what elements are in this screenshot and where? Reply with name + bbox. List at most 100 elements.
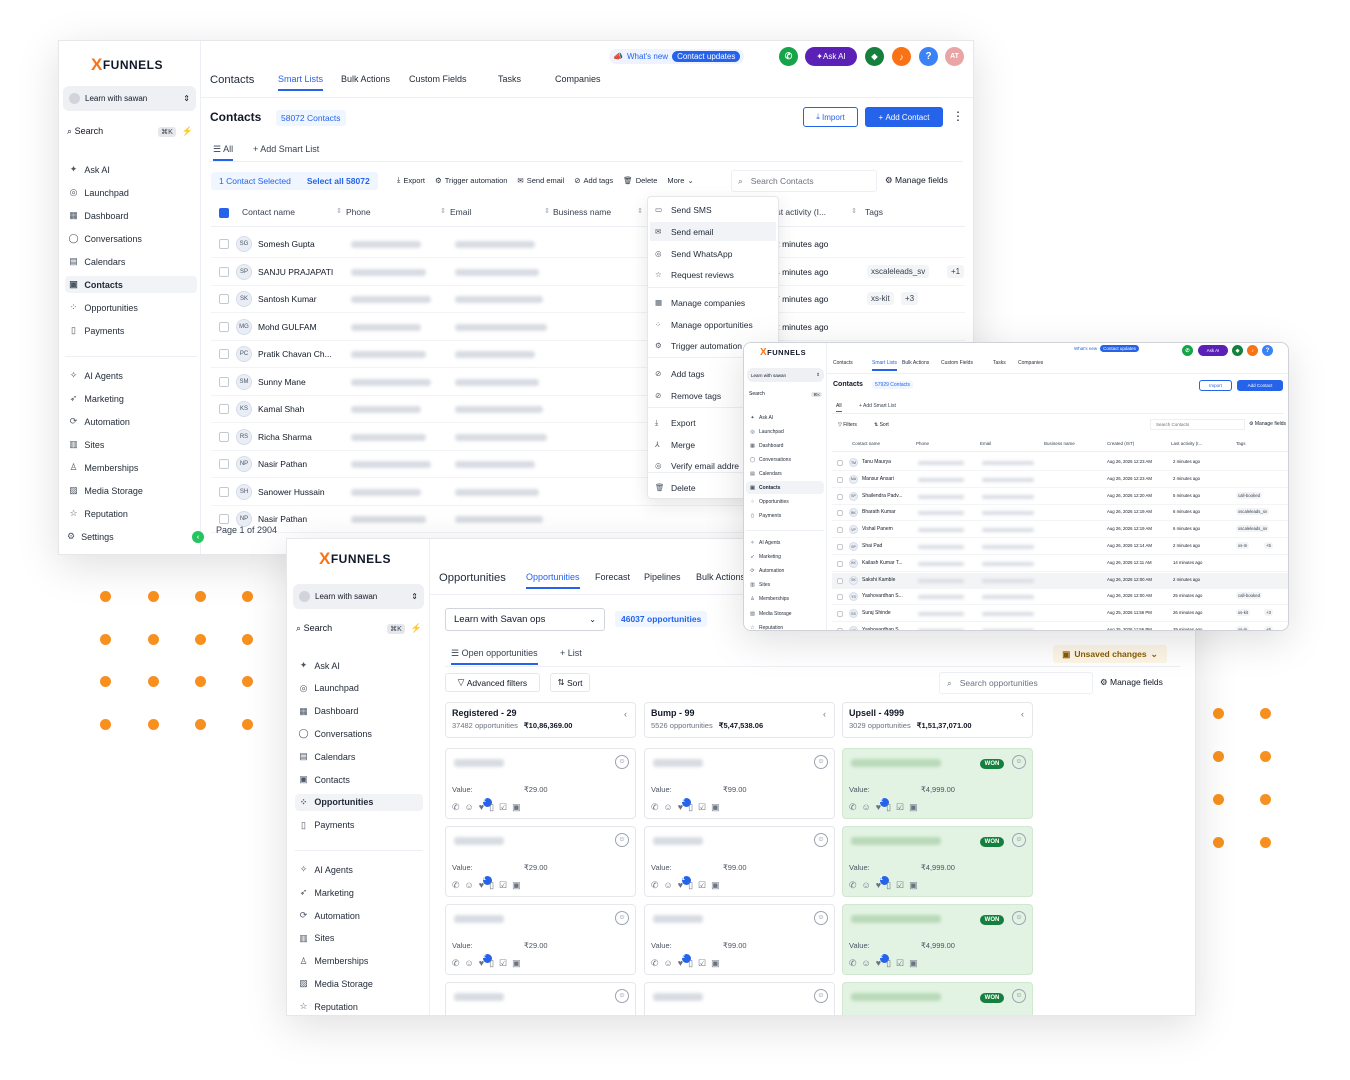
table-row[interactable]: TM Tanu Maurya Aug 26, 2026 12:23 AM 2 minu… (832, 455, 1288, 471)
table-row[interactable]: SG Somesh Gupta 2 minutes ago (211, 231, 965, 258)
filters-button[interactable]: ▽ Filters (838, 422, 857, 428)
task-icon[interactable]: ☑ (896, 880, 904, 891)
pipeline-select[interactable]: Learn with Savan ops ⌄ (445, 608, 605, 631)
opportunity-card[interactable]: ☺ Value: ₹99.00 ✆ ☺ ♥ 2 ▯ ☑ ▣ (644, 904, 835, 975)
chat-icon[interactable]: ☺ (862, 958, 871, 969)
note-icon[interactable]: ▯ (489, 802, 494, 813)
tag-chip[interactable]: xscaleleads_sv (1236, 525, 1270, 533)
phone-icon[interactable]: ✆ (651, 880, 659, 891)
chat-icon[interactable]: ☺ (664, 802, 673, 813)
table-row[interactable]: YS Yashovardhan S... Aug 26, 2026 12:00 AM… (832, 589, 1288, 606)
opportunity-card[interactable]: ☺ Value: ₹99.00 ✆ ☺ ♥ 1 ▯ ☑ ▣ (644, 826, 835, 897)
row-checkbox[interactable] (837, 628, 843, 630)
assign-user-icon[interactable]: ☺ (615, 755, 629, 769)
opportunity-card[interactable]: ☺ Value: ₹29.00 ✆ ☺ ♥ 1 ▯ ☑ ▣ (445, 826, 636, 897)
task-icon[interactable]: ☑ (499, 880, 507, 891)
menu-item-send-email[interactable]: ✉ Send email (650, 222, 776, 241)
row-checkbox[interactable] (837, 611, 843, 618)
sidebar-search[interactable]: ⌕ Search ⌘K ⚡ (296, 623, 422, 634)
table-row[interactable]: BK Bharath Kumar Aug 26, 2026 12:19 AM 6 mi… (832, 505, 1288, 522)
whats-new-banner[interactable]: 📣 What's new Contact updates (609, 49, 745, 64)
assign-user-icon[interactable]: ☺ (1012, 989, 1026, 1003)
row-checkbox[interactable] (219, 239, 229, 249)
column-header[interactable]: Contact name ⇕ (242, 207, 342, 217)
tab-opportunities[interactable]: Opportunities (526, 572, 580, 589)
table-row[interactable]: KK Kailash Kumar T... Aug 26, 2026 12:11 A… (832, 556, 1288, 572)
tag-chip[interactable]: call-booked (1236, 592, 1262, 600)
phone-icon[interactable]: ✆ (849, 802, 857, 813)
collapse-chevron-icon[interactable]: ‹ (1021, 709, 1024, 719)
column-header[interactable]: Business name ⇕ (553, 207, 643, 217)
sidebar-item-opportunities[interactable]: ⁘ Opportunities (746, 495, 824, 508)
add-contact-button[interactable]: + Add Contact (865, 107, 943, 127)
contact-name[interactable]: Sakshi Kamble (862, 577, 907, 583)
menu-item-request-reviews[interactable]: ☆ Request reviews (650, 265, 776, 284)
sidebar-item-marketing[interactable]: ➶ Marketing (295, 884, 423, 901)
add-contact-button[interactable]: Add Contact (1237, 380, 1283, 391)
tag-more-chip[interactable]: +3 (1264, 609, 1273, 617)
phone-icon[interactable]: ✆ (452, 802, 460, 813)
note-icon[interactable]: ▯ (886, 802, 891, 813)
more-vertical-icon[interactable]: ⋮ (952, 109, 964, 123)
collapse-chevron-icon[interactable]: ‹ (823, 709, 826, 719)
chat-icon[interactable]: ☺ (862, 880, 871, 891)
sort-button[interactable]: ⇅ Sort (550, 673, 590, 692)
sidebar-item-launchpad[interactable]: ◎ Launchpad (65, 184, 197, 201)
tag-more-chip[interactable]: +5 (1264, 626, 1273, 630)
note-icon[interactable]: ▯ (886, 880, 891, 891)
contact-name[interactable]: Yashovardhan S... (862, 627, 907, 630)
row-checkbox[interactable] (219, 404, 229, 414)
phone-icon[interactable]: ✆ (651, 958, 659, 969)
row-checkbox[interactable] (837, 476, 843, 483)
workspace-switcher[interactable]: Learn with sawan ⇕ (747, 368, 824, 382)
column-header[interactable]: Created (IST) (1107, 441, 1134, 446)
opportunity-card[interactable]: WON ☺ Value: ₹4,999.00 ✆ ☺ ♥ 2 ▯ ☑ ▣ (842, 748, 1033, 819)
tab-custom-fields[interactable]: Custom Fields (941, 360, 973, 369)
tab-companies[interactable]: Companies (1018, 360, 1043, 369)
note-icon[interactable]: ▯ (688, 958, 693, 969)
sidebar-item-automation[interactable]: ⟳ Automation (295, 907, 423, 924)
assign-user-icon[interactable]: ☺ (814, 989, 828, 1003)
workspace-switcher[interactable]: Learn with sawan ⇕ (293, 584, 424, 609)
tag-chip[interactable]: xscaleleads_sv (867, 264, 930, 278)
contact-name[interactable]: Shai Pad (862, 543, 907, 549)
contact-name[interactable]: Pratik Chavan Ch... (258, 349, 332, 359)
tag-chip[interactable]: xs-kit (867, 292, 894, 305)
note-icon[interactable]: ▯ (688, 802, 693, 813)
row-checkbox[interactable] (837, 577, 843, 584)
sidebar-item-conversations[interactable]: ◯ Conversations (65, 230, 197, 247)
table-row[interactable]: SS Suraj Shinde Aug 25, 2026 11:56 PM 26 mi… (832, 606, 1288, 623)
contact-name[interactable]: Tanu Maurya (862, 459, 907, 465)
column-header[interactable]: Phone (916, 441, 929, 446)
sidebar-item-payments[interactable]: ▯ Payments (746, 509, 824, 522)
row-checkbox[interactable] (219, 294, 229, 304)
opportunity-card[interactable]: ☺ Value: ₹99.00 ✆ ☺ ♥ 2 ▯ ☑ ▣ (644, 748, 835, 819)
contact-name[interactable]: Nasir Pathan (258, 459, 307, 469)
table-row[interactable]: VP Vishal Panem Aug 26, 2026 12:19 AM 6 min… (832, 522, 1288, 539)
row-checkbox[interactable] (837, 527, 843, 534)
table-row[interactable]: SP Shai Pad Aug 26, 2026 12:14 AM 2 minutes… (832, 539, 1288, 555)
note-icon[interactable]: ▯ (489, 880, 494, 891)
tag-chip[interactable]: xs-m (1236, 542, 1250, 549)
sidebar-item-conversations[interactable]: ◯ Conversations (746, 453, 824, 466)
tag-chip[interactable]: xs-m (1236, 626, 1250, 630)
sidebar-item-calendars[interactable]: ▤ Calendars (746, 467, 824, 480)
assign-user-icon[interactable]: ☺ (1012, 911, 1026, 925)
column-header[interactable]: Contact name (852, 441, 880, 446)
contact-name[interactable]: Santosh Kumar (258, 294, 317, 304)
more-action[interactable]: More ⌄ (667, 175, 693, 185)
tab-opportunities[interactable]: Opportunities (439, 572, 506, 589)
column-header[interactable]: Last activity (I... (1171, 441, 1202, 446)
subtab-all[interactable]: ☰ All (213, 144, 234, 161)
opportunity-card[interactable]: WON ☺ Value: ₹4,999.00 ✆ ☺ ♥ 2 ▯ ☑ ▣ (842, 904, 1033, 975)
sidebar-item-ask-ai[interactable]: ✦ Ask AI (295, 657, 423, 674)
sidebar-item-media-storage[interactable]: ▨ Media Storage (65, 482, 197, 499)
contact-name[interactable]: Vishal Panem (862, 526, 907, 532)
bell-icon[interactable]: ♪ (1247, 345, 1258, 356)
opportunity-card[interactable]: ☺ Value: ₹29.00 ✆ ☺ ♥ 2 ▯ ☑ ▣ (445, 904, 636, 975)
table-row[interactable]: SK Sakshi Kamble Aug 26, 2026 12:00 AM 2 mi… (832, 572, 1288, 589)
contact-name[interactable]: Nasir Pathan (258, 514, 307, 524)
row-checkbox[interactable] (219, 321, 229, 332)
tab-pipelines[interactable]: Pipelines (644, 572, 681, 587)
table-row[interactable]: MA Mansur Ansari Aug 26, 2026 12:23 AM 2 mi… (832, 472, 1288, 488)
